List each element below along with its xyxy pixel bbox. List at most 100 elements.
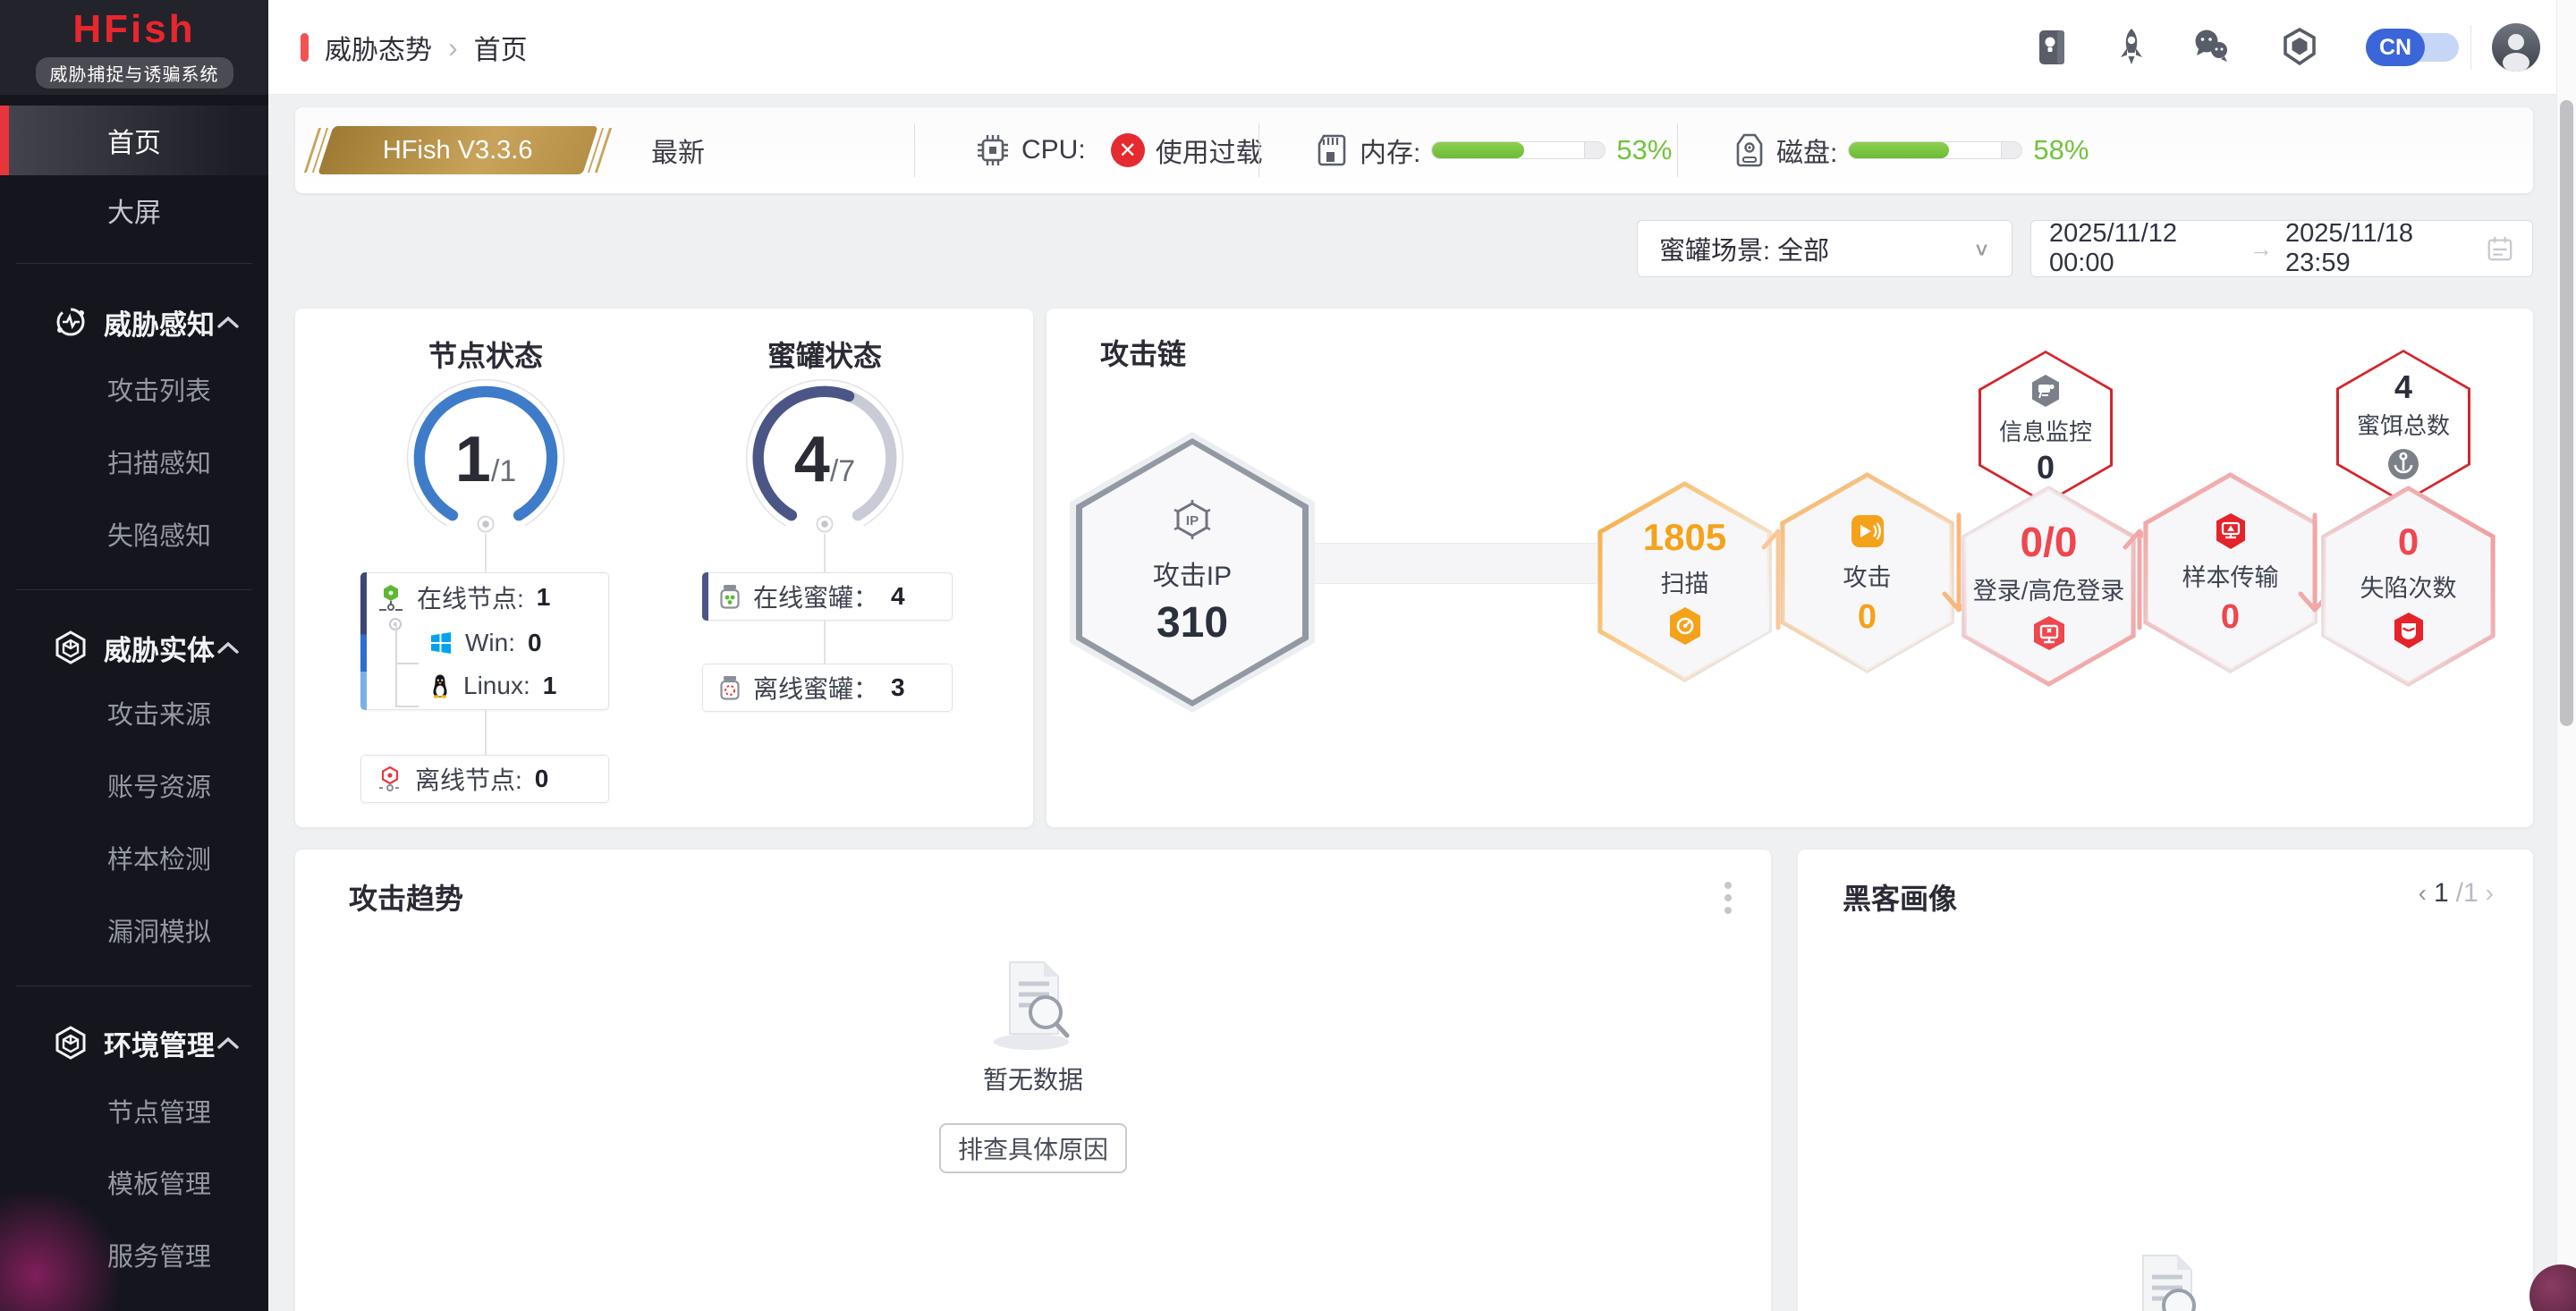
version-latest-label: 最新 [651,131,705,170]
scan-value: 1805 [1643,516,1726,559]
cpu-overload-icon: ✕ [1111,133,1145,167]
offline-honeypot-jar-icon [719,675,741,700]
breadcrumb-current: 首页 [474,28,528,67]
online-node-icon [377,583,404,612]
chain-step-scan: 1805 扫描 [1597,481,1772,682]
honeypot-online-box: 在线蜜罐：4 [702,572,953,621]
chain-step-compromise: 0 失陷次数 [2321,486,2496,687]
sidebar-item-scan-perception[interactable]: 扫描感知 [0,433,268,490]
sidebar-item-big-screen[interactable]: 大屏 [0,179,268,241]
sidebar-item-compromise-perception[interactable]: 失陷感知 [0,505,268,562]
sidebar-item-account-resource[interactable]: 账号资源 [0,757,268,814]
scrollbar-thumb[interactable] [2560,100,2573,726]
sidebar-section-threat-perception[interactable]: 威胁感知 [0,292,268,351]
chevron-down-icon: ∨ [1973,238,1990,260]
bait-hook-icon [2384,443,2423,486]
memory-group: 内存: 53% [1315,107,1672,193]
page-next-button[interactable]: › [2486,879,2494,908]
login-icon [2029,612,2069,655]
info-monitor-value: 0 [2037,449,2055,486]
app-logo-title: HFish [72,7,195,52]
compromise-label: 失陷次数 [2360,569,2457,604]
language-toggle[interactable]: CN [2366,29,2459,66]
status-divider [1258,123,1259,177]
info-monitor-icon [2026,369,2065,412]
disk-progress-cap [2001,142,2021,158]
sample-transfer-label: 样本传输 [2182,558,2279,593]
node-online-box: 在线节点:1 Win:0 Linux:1 [360,572,609,710]
sidebar-item-home[interactable]: 首页 [0,106,268,175]
attack-ip-hexagon: IP 攻击IP 310 [1076,438,1309,706]
node-status-title: 节点状态 [352,334,620,375]
sidebar-section-env-management[interactable]: 环境管理 [0,1013,268,1072]
status-divider [1677,123,1678,177]
pulse-icon [52,303,89,341]
memory-progress-cap [1584,142,1605,158]
disk-icon [1733,131,1766,169]
memory-progress-bar [1431,141,1606,159]
sidebar-divider [16,263,252,264]
memory-icon [1315,132,1349,168]
attack-label: 攻击 [1843,558,1892,593]
sidebar-item-node-management[interactable]: 节点管理 [0,1082,268,1139]
kebab-menu[interactable] [1724,882,1732,914]
connector-line [485,534,487,572]
chat-icon[interactable] [2190,25,2234,70]
cpu-icon [975,132,1011,168]
honeypot-status-title: 蜜罐状态 [691,334,959,375]
chain-step-sample-transfer: 样本传输 0 [2143,472,2318,673]
breadcrumb: 威胁态势 › 首页 [301,0,528,95]
breadcrumb-root[interactable]: 威胁态势 [325,28,432,67]
date-end: 2025/11/18 23:59 [2285,219,2473,278]
corner-decoration [2529,1264,2576,1311]
cpu-status: 使用过载 [1156,131,1263,170]
connector-line [824,621,826,664]
sidebar-item-sample-detection[interactable]: 样本检测 [0,829,268,886]
chain-step-attack: 攻击 0 [1780,472,1954,673]
calendar-icon [2486,233,2514,264]
memory-progress-fill [1432,142,1523,158]
chevron-up-icon [216,640,240,655]
sidebar: HFish 威胁捕捉与诱骗系统 首页 大屏 威胁感知 攻击列表 扫描感知 失陷感… [0,0,268,1311]
cube-icon [52,629,89,666]
page-prev-button[interactable]: ‹ [2419,879,2427,908]
sidebar-item-attack-source[interactable]: 攻击来源 [0,684,268,741]
scrollbar-track[interactable] [2556,0,2576,1311]
guide-book-icon[interactable] [2030,25,2075,70]
online-honeypot-jar-icon [719,584,741,609]
attack-chain-title: 攻击链 [1100,332,1186,373]
chain-float-info-monitor: 信息监控 0 [1979,351,2113,504]
investigate-reason-button[interactable]: 排查具体原因 [939,1123,1127,1173]
chevron-up-icon [216,315,240,329]
breadcrumb-accent-bar [301,33,309,62]
linux-icon [429,673,451,698]
sidebar-item-vuln-simulation[interactable]: 漏洞模拟 [0,901,268,959]
sidebar-divider [16,589,252,590]
attack-value: 0 [1858,598,1877,637]
disk-progress-bar [1848,141,2022,159]
scan-label: 扫描 [1661,564,1709,599]
topbar: 威胁态势 › 首页 CN [268,0,2576,95]
sidebar-section-threat-entity[interactable]: 威胁实体 [0,618,268,677]
attack-ip-label: 攻击IP [1153,554,1232,593]
rocket-icon[interactable] [2109,25,2154,70]
disk-percent: 58% [2033,134,2089,166]
shield-badge-icon[interactable] [2277,25,2322,70]
avatar[interactable] [2492,23,2540,72]
attack-trend-card: 攻击趋势 暂无数据 排查具体原因 [295,850,1771,1311]
status-divider [914,123,915,177]
offline-node-icon [377,765,402,792]
tree-line [395,623,397,706]
topbar-divider [2470,25,2471,70]
arrow-right-icon: → [2250,235,2273,263]
sidebar-item-attack-list[interactable]: 攻击列表 [0,360,268,418]
bait-total-label: 蜜饵总数 [2357,408,2450,441]
chain-float-bait-total: 4 蜜饵总数 [2336,350,2470,503]
honeypot-scene-select[interactable]: 蜜罐场景: 全部 ∨ [1637,220,2012,277]
empty-state-text: 暂无数据 [983,1061,1083,1096]
version-badge: HFish V3.3.6 [318,126,598,174]
date-range-picker[interactable]: 2025/11/12 00:00 → 2025/11/18 23:59 [2030,220,2533,277]
disk-progress-fill [1849,142,1949,158]
tree-stub [395,663,419,664]
app-logo-subtitle: 威胁捕捉与诱骗系统 [36,57,233,89]
